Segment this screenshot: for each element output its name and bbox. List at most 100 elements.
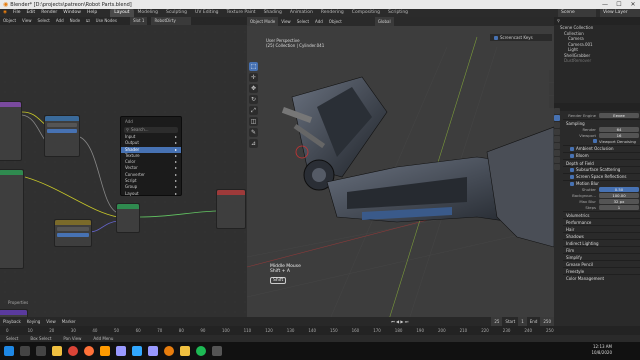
node-mix-shader[interactable] bbox=[116, 203, 140, 233]
node-header-node[interactable]: Node bbox=[67, 17, 83, 25]
photoshop-icon[interactable] bbox=[132, 346, 142, 356]
node-material-output[interactable] bbox=[216, 189, 246, 229]
material-selector[interactable]: RobotDirty bbox=[151, 17, 192, 25]
firefox-icon[interactable] bbox=[84, 346, 94, 356]
section-ambient-occlusion[interactable]: Ambient Occlusion bbox=[563, 144, 640, 152]
menu-window[interactable]: Window bbox=[60, 9, 84, 17]
scene-tab-icon[interactable] bbox=[554, 136, 560, 142]
play-controls[interactable]: ⏮ ◀ ▶ ⏭ bbox=[388, 317, 411, 326]
timeline-marker-menu[interactable]: Marker bbox=[59, 317, 79, 326]
cursor-tool-icon[interactable]: ✛ bbox=[249, 73, 258, 82]
minimize-button[interactable]: — bbox=[598, 0, 612, 9]
section-freestyle[interactable]: Freestyle bbox=[563, 267, 640, 274]
timeline-view-menu[interactable]: View bbox=[43, 317, 59, 326]
section-performance[interactable]: Performance bbox=[563, 218, 640, 225]
viewport-menu-view[interactable]: View bbox=[278, 17, 294, 26]
add-menu-item-layout[interactable]: Layout ▸ bbox=[121, 191, 181, 197]
section-sampling[interactable]: Sampling bbox=[563, 119, 640, 126]
transform-tool-icon[interactable]: ◫ bbox=[249, 117, 258, 126]
measure-tool-icon[interactable]: ⊿ bbox=[249, 139, 258, 148]
add-menu-search[interactable]: ⚲ Search... bbox=[124, 127, 178, 133]
tab-texture-paint[interactable]: Texture Paint bbox=[223, 9, 260, 17]
viewport-menu-object[interactable]: Object bbox=[326, 17, 345, 26]
move-tool-icon[interactable]: ✥ bbox=[249, 84, 258, 93]
tab-scripting[interactable]: Scripting bbox=[384, 9, 412, 17]
steps-field[interactable]: 1 bbox=[599, 205, 639, 211]
section-subsurface-scattering[interactable]: Subsurface Scattering bbox=[563, 165, 640, 173]
menu-help[interactable]: Help bbox=[84, 9, 100, 17]
windows-icon[interactable] bbox=[4, 346, 14, 356]
section-color-management[interactable]: Color Management bbox=[563, 274, 640, 281]
mode-selector[interactable]: Object Mode bbox=[247, 17, 279, 26]
close-button[interactable]: ✕ bbox=[626, 0, 640, 9]
shutter-field[interactable]: 0.50 bbox=[599, 187, 639, 193]
premiere-icon[interactable] bbox=[116, 346, 126, 356]
viewport-samples-field[interactable]: 16 bbox=[599, 132, 639, 138]
tab-animation[interactable]: Animation bbox=[286, 9, 317, 17]
end-frame-field[interactable]: 250 bbox=[540, 317, 554, 326]
start-frame-field[interactable]: 1 bbox=[518, 317, 527, 326]
tab-modeling[interactable]: Modeling bbox=[134, 9, 162, 17]
viewport-denoising-checkbox[interactable] bbox=[593, 139, 597, 144]
tab-uv-editing[interactable]: UV Editing bbox=[191, 9, 222, 17]
viewport-menu-add[interactable]: Add bbox=[312, 17, 326, 26]
node-header-object[interactable]: Object bbox=[0, 17, 19, 25]
timeline-scale[interactable]: 0 10 20 30 40 50 60 70 80 90 100 110 120 130 140 150 160… bbox=[0, 326, 640, 335]
explorer-icon[interactable] bbox=[52, 346, 62, 356]
screencast-keys-checkbox[interactable] bbox=[494, 35, 498, 40]
render-tab-icon[interactable] bbox=[554, 115, 560, 121]
render-engine-field[interactable]: Render Engine Eevee bbox=[563, 113, 640, 119]
current-frame-field[interactable]: 25 bbox=[491, 317, 503, 326]
illustrator-icon[interactable] bbox=[100, 346, 110, 356]
node-mapping[interactable] bbox=[44, 115, 80, 157]
node-properties-tab[interactable]: Properties bbox=[8, 300, 28, 305]
chrome-icon[interactable] bbox=[68, 346, 78, 356]
max-blur-field[interactable]: 32 px bbox=[599, 199, 639, 205]
render-engine-value[interactable]: Eevee bbox=[599, 113, 639, 119]
menu-edit[interactable]: Edit bbox=[23, 9, 38, 17]
tab-rendering[interactable]: Rendering bbox=[317, 9, 348, 17]
section-simplify[interactable]: Simplify bbox=[563, 253, 640, 260]
annotate-tool-icon[interactable]: ✎ bbox=[249, 128, 258, 137]
aftereffects-icon[interactable] bbox=[148, 346, 158, 356]
node-header-select[interactable]: Select bbox=[35, 17, 53, 25]
spotify-icon[interactable] bbox=[196, 346, 206, 356]
section-volumetrics[interactable]: Volumetrics bbox=[563, 211, 640, 218]
taskview-icon[interactable] bbox=[36, 346, 46, 356]
slot-selector[interactable]: Slot 1 bbox=[129, 17, 148, 25]
section-hair[interactable]: Hair bbox=[563, 225, 640, 232]
object-tab-icon[interactable] bbox=[554, 150, 560, 156]
render-samples-field[interactable]: 64 bbox=[599, 126, 639, 132]
tab-sculpting[interactable]: Sculpting bbox=[162, 9, 191, 17]
taskbar-clock[interactable]: 12:13 AM 10/8/2020 bbox=[591, 344, 612, 356]
world-tab-icon[interactable] bbox=[554, 143, 560, 149]
section-indirect-lighting[interactable]: Indirect Lighting bbox=[563, 239, 640, 246]
scale-tool-icon[interactable]: ⤢ bbox=[249, 106, 258, 115]
section-bloom[interactable]: Bloom bbox=[563, 151, 640, 159]
use-nodes-checkbox[interactable]: ☑ bbox=[83, 17, 93, 25]
transform-orientation-selector[interactable]: Global bbox=[374, 17, 394, 26]
outliner-item[interactable]: DustRemover bbox=[560, 58, 640, 64]
timeline-playback-menu[interactable]: Playback bbox=[0, 317, 24, 326]
maximize-button[interactable]: ☐ bbox=[612, 0, 626, 9]
output-tab-icon[interactable] bbox=[554, 122, 560, 128]
blender-icon[interactable] bbox=[164, 346, 174, 356]
tab-layout[interactable]: Layout bbox=[110, 9, 134, 17]
view-layer-selector[interactable]: View Layer bbox=[600, 9, 640, 17]
node-header-view[interactable]: View bbox=[19, 17, 35, 25]
background-separation-field[interactable]: 100.00 bbox=[599, 193, 639, 199]
node-image-texture[interactable] bbox=[0, 169, 24, 269]
section-film[interactable]: Film bbox=[563, 246, 640, 253]
tab-compositing[interactable]: Compositing bbox=[348, 9, 384, 17]
select-tool-icon[interactable]: ⬚ bbox=[249, 62, 258, 71]
rotate-tool-icon[interactable]: ↻ bbox=[249, 95, 258, 104]
material-tab-icon[interactable] bbox=[554, 164, 560, 170]
tool-tab-icon[interactable] bbox=[554, 108, 560, 114]
menu-render[interactable]: Render bbox=[38, 9, 60, 17]
terminal-icon[interactable] bbox=[212, 346, 222, 356]
modifier-tab-icon[interactable] bbox=[554, 157, 560, 163]
folder-icon[interactable] bbox=[180, 346, 190, 356]
node-header-add[interactable]: Add bbox=[53, 17, 67, 25]
section-depth-of-field[interactable]: Depth of Field bbox=[563, 158, 640, 166]
node-color-ramp[interactable] bbox=[54, 219, 92, 247]
